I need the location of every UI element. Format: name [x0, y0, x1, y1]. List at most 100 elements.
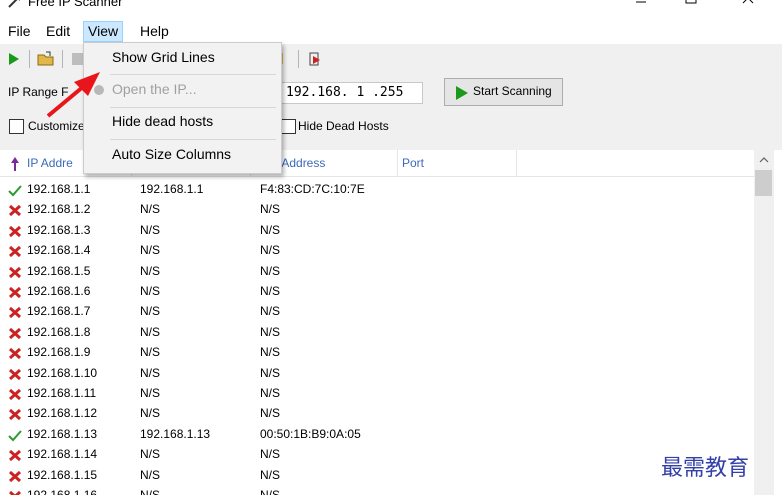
toolbar-separator [298, 50, 299, 68]
scroll-thumb[interactable] [755, 170, 772, 196]
cell-hostname: N/S [140, 345, 161, 360]
cell-ip-address: 192.168.1.9 [27, 345, 91, 360]
cell-hostname: N/S [140, 406, 161, 421]
table-row[interactable]: 192.168.1.1 192.168.1.1 F4:83:CD:7C:10:7E [0, 180, 754, 200]
menu-bar: File Edit View Help [0, 20, 782, 42]
menu-item-hide-dead-hosts[interactable]: Hide dead hosts [84, 109, 281, 135]
table-row[interactable]: 192.168.1.5 N/S N/S [0, 262, 754, 282]
globe-icon [94, 85, 104, 95]
table-row[interactable]: 192.168.1.10 N/S N/S [0, 364, 754, 384]
cross-icon [8, 388, 22, 401]
checkmark-icon [8, 430, 22, 442]
cell-mac-address: N/S [260, 345, 281, 360]
cell-hostname: N/S [140, 365, 161, 380]
cell-mac-address: N/S [260, 324, 281, 339]
cell-ip-address: 192.168.1.5 [27, 263, 91, 278]
cell-mac-address: N/S [260, 406, 281, 421]
start-scanning-button[interactable]: Start Scanning [444, 78, 563, 106]
menu-edit[interactable]: Edit [42, 22, 74, 41]
cross-icon [8, 368, 22, 380]
cross-icon [8, 348, 22, 360]
ip-range-label: IP Range F [8, 85, 69, 99]
cell-hostname: N/S [140, 447, 161, 462]
cell-mac-address: 00:50:1B:B9:0A:05 [260, 426, 361, 441]
play-icon [456, 86, 468, 100]
menu-item-label: Hide dead hosts [112, 113, 214, 129]
cell-hostname: N/S [140, 304, 161, 319]
cross-icon [8, 225, 22, 237]
scroll-up-icon[interactable] [754, 150, 774, 170]
customize-checkbox[interactable] [9, 119, 24, 134]
maximize-icon[interactable] [676, 0, 706, 14]
cell-ip-address: 192.168.1.4 [27, 243, 91, 258]
column-header-port[interactable]: Port [398, 150, 517, 176]
menu-item-show-grid-lines[interactable]: Show Grid Lines [84, 45, 281, 71]
sort-arrow-icon [11, 157, 19, 171]
menu-separator [110, 139, 276, 140]
vertical-scrollbar[interactable] [754, 150, 774, 495]
table-row[interactable]: 192.168.1.11 N/S N/S [0, 384, 754, 404]
cell-mac-address: N/S [260, 263, 281, 278]
cell-hostname: N/S [140, 284, 161, 298]
table-row[interactable]: 192.168.1.8 N/S N/S [0, 323, 754, 343]
menu-item-label: Open the IP... [112, 81, 197, 97]
menu-file[interactable]: File [4, 22, 35, 41]
menu-item-open-the-ip: Open the IP... [84, 77, 281, 103]
open-folder-icon[interactable] [36, 49, 56, 69]
cell-ip-address: 192.168.1.13 [27, 426, 98, 441]
menu-item-label: Show Grid Lines [112, 49, 215, 65]
menu-separator [110, 74, 276, 75]
menu-help[interactable]: Help [136, 22, 173, 41]
cell-mac-address: N/S [260, 386, 281, 400]
cell-mac-address: N/S [260, 284, 281, 298]
ip-end-input[interactable]: 192.168. 1 .255 [281, 82, 423, 104]
table-row[interactable]: 192.168.1.4 N/S N/S [0, 241, 754, 261]
menu-item-auto-size-columns[interactable]: Auto Size Columns [84, 142, 281, 168]
cross-icon [8, 246, 22, 258]
cell-ip-address: 192.168.1.15 [27, 467, 98, 482]
cell-hostname: N/S [140, 222, 161, 237]
cell-ip-address: 192.168.1.1 [27, 182, 91, 196]
toolbar-separator [29, 50, 30, 68]
table-row[interactable]: 192.168.1.3 N/S N/S [0, 221, 754, 241]
table-row[interactable]: 192.168.1.12 N/S N/S [0, 404, 754, 424]
checkmark-icon [8, 185, 22, 197]
cell-hostname: 192.168.1.1 [140, 182, 204, 196]
flag-icon[interactable] [305, 49, 325, 69]
table-row[interactable]: 192.168.1.16 N/S N/S [0, 486, 754, 495]
hide-dead-hosts-label: Hide Dead Hosts [298, 119, 389, 133]
cell-mac-address: N/S [260, 304, 281, 319]
app-icon [8, 0, 20, 8]
close-icon[interactable] [733, 0, 763, 14]
cell-mac-address: N/S [260, 243, 281, 258]
cell-ip-address: 192.168.1.7 [27, 304, 91, 319]
hide-dead-hosts-checkbox[interactable] [281, 119, 296, 134]
table-row[interactable]: 192.168.1.2 N/S N/S [0, 200, 754, 220]
cross-icon [8, 409, 22, 421]
cross-icon [8, 450, 22, 462]
cell-ip-address: 192.168.1.3 [27, 222, 91, 237]
cell-ip-address: 192.168.1.11 [27, 386, 97, 400]
table-row[interactable]: 192.168.1.13 192.168.1.13 00:50:1B:B9:0A:0… [0, 425, 754, 445]
cell-ip-address: 192.168.1.6 [27, 284, 91, 298]
menu-view[interactable]: View [83, 21, 124, 42]
ip-end-value: 192.168. 1 .255 [286, 85, 404, 100]
column-header-ip-label: IP Addre [27, 156, 73, 170]
cell-mac-address: N/S [260, 365, 281, 380]
menu-separator [110, 107, 276, 108]
cell-ip-address: 192.168.1.16 [27, 488, 98, 495]
play-icon[interactable] [4, 49, 24, 69]
title-bar: Free IP Scanner [0, 0, 782, 16]
cell-ip-address: 192.168.1.10 [27, 365, 98, 380]
table-row[interactable]: 192.168.1.6 N/S N/S [0, 282, 754, 302]
table-row[interactable]: 192.168.1.9 N/S N/S [0, 343, 754, 363]
table-row[interactable]: 192.168.1.7 N/S N/S [0, 302, 754, 322]
cross-icon [8, 205, 22, 217]
minimize-icon[interactable] [626, 0, 656, 14]
table-row[interactable]: 192.168.1.15 N/S N/S [0, 466, 754, 486]
cross-icon [8, 307, 22, 319]
cell-mac-address: N/S [260, 467, 281, 482]
cross-icon [8, 327, 22, 339]
table-row[interactable]: 192.168.1.14 N/S N/S [0, 445, 754, 465]
cross-icon [8, 490, 22, 495]
